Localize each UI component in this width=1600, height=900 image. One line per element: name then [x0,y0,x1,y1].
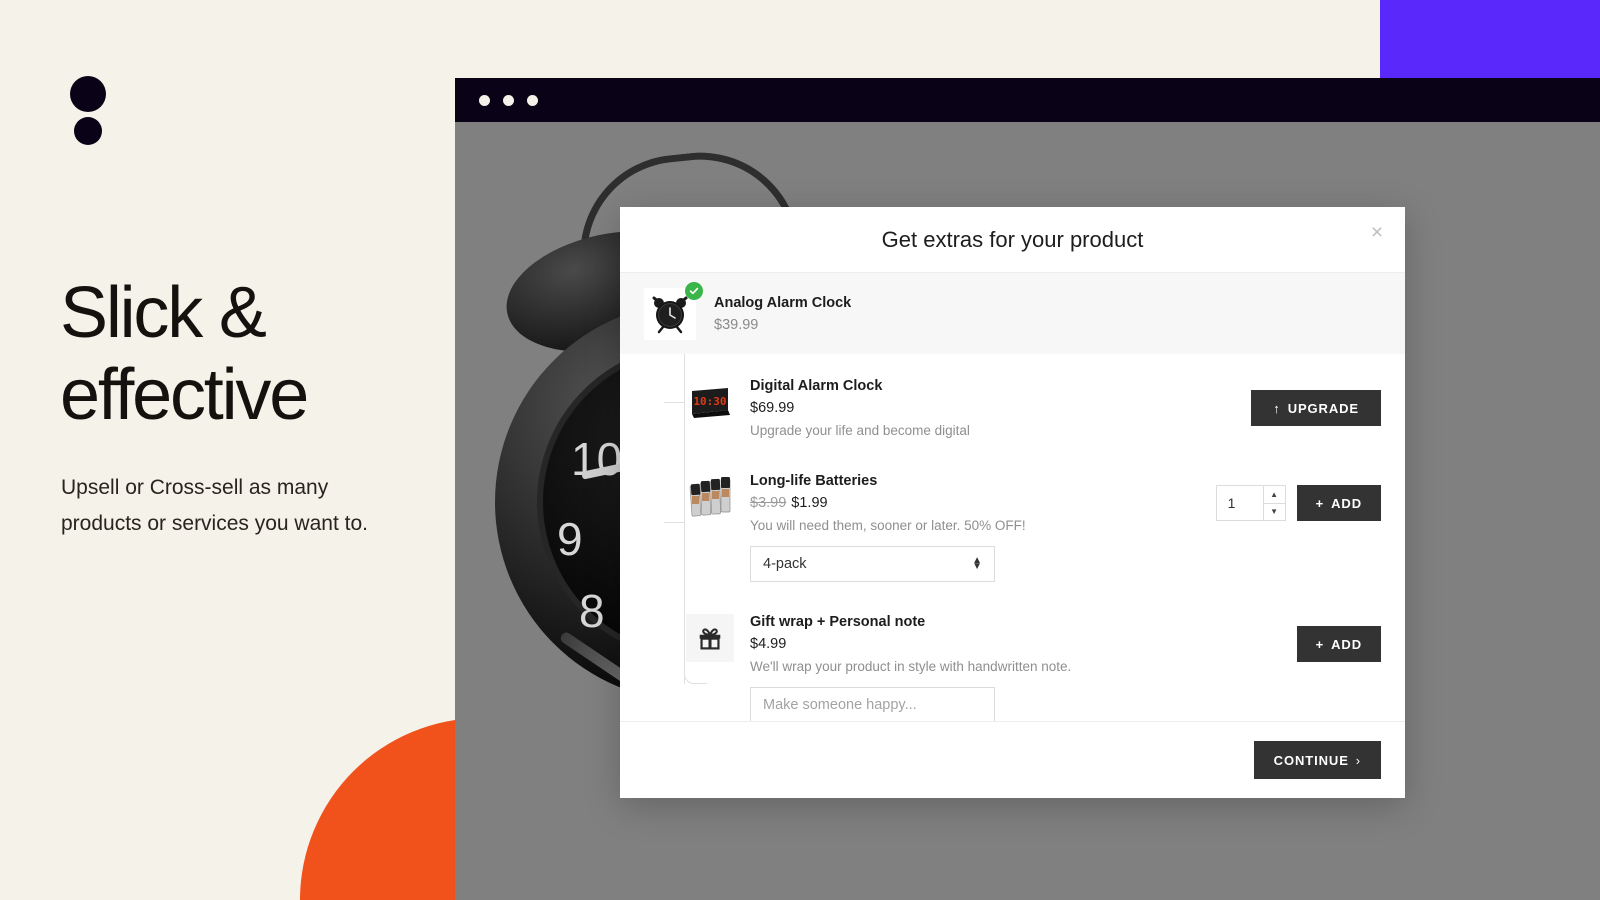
parent-product-row: Analog Alarm Clock $39.99 [620,272,1405,354]
digital-clock-thumb: 10:30 [686,378,734,426]
offer-name: Long-life Batteries [750,473,878,489]
offer-row-digital-alarm-clock[interactable]: 10:30 Digital Alarm Clock $69.99 Upgrade… [620,354,1405,438]
two-dots-logo [70,76,118,146]
continue-button-label: CONTINUE [1273,752,1349,768]
check-badge-icon [685,281,703,300]
logo-dot-small [74,117,102,145]
offer-actions-digital-alarm-clock: ↑ UPGRADE [1251,378,1381,426]
offer-description: Upgrade your life and become digital [750,423,970,438]
offer-price: $69.99 [750,400,1251,416]
modal-footer: CONTINUE › [620,721,1405,798]
page-subtext: Upsell or Cross-sell as many products or… [61,476,368,536]
offer-price: $3.99 $1.99 [750,495,1216,511]
continue-button[interactable]: CONTINUE › [1253,741,1381,779]
offer-old-price: $3.99 [750,495,787,511]
offer-name: Gift wrap + Personal note [750,614,926,630]
chevron-right-icon: › [1355,752,1361,768]
headline-line-1: Slick & [60,273,267,353]
parent-product-info: Analog Alarm Clock $39.99 [714,295,851,333]
add-button-gift-wrap[interactable]: + ADD [1296,626,1381,662]
window-dot-close[interactable] [479,94,490,106]
close-icon[interactable]: × [1364,220,1390,246]
decorative-orange-shape [300,718,455,900]
plus-icon: + [1315,495,1325,511]
upgrade-button-label: UPGRADE [1287,400,1359,416]
batteries-thumb [686,473,734,521]
add-button-label: ADD [1331,495,1362,511]
logo-dot-large [70,76,106,112]
battery-pack-select[interactable]: 4-pack ▲ ▼ [750,546,995,582]
modal-title: Get extras for your product [881,226,1144,252]
select-caret-icon: ▲ ▼ [972,554,982,572]
offers-list: 10:30 Digital Alarm Clock $69.99 Upgrade… [620,354,1405,721]
parent-product-price: $39.99 [714,316,759,333]
svg-text:10:30: 10:30 [693,395,726,408]
offer-info-digital-alarm-clock: Digital Alarm Clock $69.99 Upgrade your … [750,378,1251,438]
offer-info-long-life-batteries: Long-life Batteries $3.99 $1.99 You will … [750,473,1216,582]
offer-actions-long-life-batteries: 1 ▲ ▼ + ADD [1215,473,1381,521]
window-dot-minimize[interactable] [503,94,514,106]
caret-down-icon[interactable]: ▼ [1264,504,1285,521]
upsell-modal: Get extras for your product × Analog Ala… [620,207,1405,798]
browser-titlebar [455,78,1600,122]
offer-price-value: $69.99 [750,400,795,416]
quantity-stepper[interactable]: 1 ▲ ▼ [1215,485,1286,521]
add-button-label: ADD [1331,636,1362,652]
upgrade-button[interactable]: ↑ UPGRADE [1251,390,1381,426]
add-button-batteries[interactable]: + ADD [1296,485,1381,521]
offer-info-gift-wrap: Gift wrap + Personal note $4.99 We'll wr… [750,614,1297,721]
window-dot-maximize[interactable] [527,94,538,106]
parent-product-name: Analog Alarm Clock [714,294,852,311]
page-title: Slick & effective [60,272,450,436]
gift-icon [686,614,734,662]
quantity-stepper-arrows: ▲ ▼ [1262,486,1285,521]
caret-up-icon[interactable]: ▲ [1263,486,1285,504]
battery-pack-select-value: 4-pack [763,556,807,572]
offer-row-long-life-batteries[interactable]: Long-life Batteries $3.99 $1.99 You will … [620,438,1405,582]
offer-name: Digital Alarm Clock [750,378,883,394]
offer-price: $4.99 [750,636,1297,652]
modal-header: Get extras for your product × [620,207,1405,272]
headline-line-2: effective [60,355,309,436]
parent-thumb-wrap [644,281,703,340]
offer-price-value: $1.99 [791,495,828,511]
decorative-purple-block [1380,0,1600,78]
offer-price-value: $4.99 [750,636,787,652]
personal-note-input[interactable]: Make someone happy... [750,687,995,721]
offer-description: We'll wrap your product in style with ha… [750,659,1072,674]
offer-row-gift-wrap[interactable]: Gift wrap + Personal note $4.99 We'll wr… [620,582,1405,721]
quantity-value[interactable]: 1 [1217,486,1263,520]
plus-icon: + [1315,636,1325,652]
arrow-up-icon: ↑ [1273,400,1281,416]
offer-description: You will need them, sooner or later. 50%… [750,518,1026,533]
offer-actions-gift-wrap: + ADD [1296,614,1381,662]
marketing-panel: Slick & effective Upsell or Cross-sell a… [0,0,455,900]
